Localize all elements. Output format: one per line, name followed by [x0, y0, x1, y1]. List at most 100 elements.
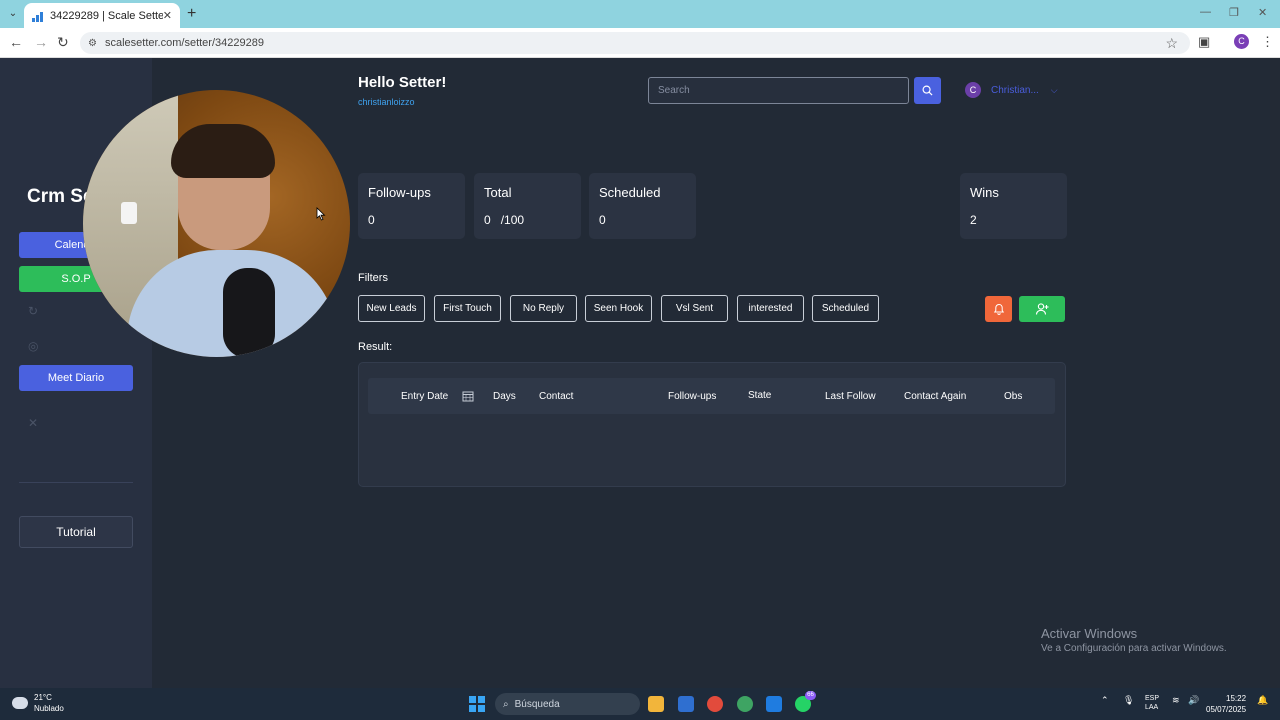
- notepad-icon[interactable]: [678, 696, 694, 712]
- stat-card-total: Total 0 /100: [474, 173, 581, 239]
- webcam-overlay: [83, 90, 350, 357]
- chevron-down-icon: ⌵: [1050, 84, 1058, 95]
- user-menu[interactable]: C Christian... ⌵: [965, 82, 1058, 98]
- taskbar-search[interactable]: ⌕ Búsqueda: [495, 693, 640, 715]
- url-text: scalesetter.com/setter/34229289: [104, 37, 264, 49]
- search-input[interactable]: [648, 77, 909, 104]
- page-scrollbar[interactable]: [1270, 58, 1280, 688]
- forward-icon[interactable]: →: [34, 34, 48, 50]
- reload-icon[interactable]: ↻: [57, 34, 69, 51]
- minimize-icon[interactable]: —: [1200, 6, 1211, 18]
- close-tab-icon[interactable]: ✕: [163, 9, 172, 22]
- search-icon: [922, 85, 933, 96]
- restore-icon[interactable]: ❐: [1229, 6, 1239, 19]
- meet-diario-button[interactable]: Meet Diario: [19, 365, 133, 391]
- site-info-icon[interactable]: ⚙: [88, 38, 97, 49]
- column-contact: Contact: [539, 391, 574, 402]
- clock[interactable]: 15:22 05/07/2025: [1206, 693, 1246, 715]
- bookmark-star-icon[interactable]: ☆: [1165, 35, 1178, 52]
- stat-title: Follow-ups: [368, 185, 431, 200]
- browser-tab[interactable]: 34229289 | Scale Setter ✕: [24, 3, 180, 28]
- add-user-button[interactable]: [1019, 296, 1065, 322]
- stat-value-row: 0 /100: [484, 213, 571, 227]
- add-user-icon: [1035, 303, 1049, 315]
- browser-menu-icon[interactable]: ⋮: [1261, 34, 1274, 50]
- stat-card-wins: Wins 2: [960, 173, 1067, 239]
- chrome-icon[interactable]: [707, 696, 723, 712]
- column-entry-date[interactable]: Entry Date: [401, 391, 448, 402]
- stat-value: 0: [484, 213, 491, 227]
- stat-title: Wins: [970, 185, 999, 200]
- sidebar-divider: [19, 482, 133, 483]
- url-input[interactable]: ⚙ scalesetter.com/setter/34229289 ☆: [80, 32, 1190, 54]
- volume-icon[interactable]: 🔊: [1188, 695, 1199, 706]
- filter-new-leads-button[interactable]: New Leads: [358, 295, 425, 322]
- column-state: State: [748, 390, 772, 401]
- weather-condition: Nublado: [34, 704, 64, 713]
- tutorial-button[interactable]: Tutorial: [19, 516, 133, 548]
- scalesetter-favicon-icon: [32, 10, 44, 22]
- tab-search-icon[interactable]: ⌄: [6, 7, 20, 21]
- stat-value: 0: [599, 213, 606, 227]
- back-icon[interactable]: ←: [9, 34, 23, 50]
- wifi-icon[interactable]: ≋: [1172, 695, 1180, 706]
- stat-card-follow-ups: Follow-ups 0: [358, 173, 465, 239]
- stat-title: Scheduled: [599, 185, 661, 200]
- file-explorer-icon[interactable]: [648, 696, 664, 712]
- taskbar-search-label: Búsqueda: [514, 698, 560, 710]
- column-days: Days: [493, 391, 516, 402]
- activate-windows-title: Activar Windows: [1041, 626, 1138, 641]
- page-title: Hello Setter!: [358, 74, 447, 91]
- avatar: C: [965, 82, 981, 98]
- address-bar: ← → ↻ ⚙ scalesetter.com/setter/34229289 …: [0, 28, 1280, 58]
- profile-avatar[interactable]: C: [1234, 34, 1249, 49]
- language-code: ESP: [1145, 695, 1160, 702]
- filter-first-touch-button[interactable]: First Touch: [434, 295, 501, 322]
- search-icon: ⌕: [503, 698, 509, 710]
- stat-value: 2: [970, 213, 977, 227]
- globe-icon[interactable]: ◎: [28, 339, 38, 353]
- cloud-icon: [12, 697, 28, 709]
- weather-text: 21°C Nublado: [34, 692, 64, 714]
- calendar-icon[interactable]: [462, 389, 474, 407]
- username-link[interactable]: christianloizzo: [358, 97, 415, 107]
- stat-suffix: /100: [500, 213, 525, 227]
- notifications-icon[interactable]: 🔔: [1257, 695, 1268, 706]
- filter-seen-hook-button[interactable]: Seen Hook: [585, 295, 652, 322]
- search-button[interactable]: [914, 77, 941, 104]
- tools-icon[interactable]: ✕: [28, 416, 38, 430]
- chrome-profile-icon[interactable]: [737, 696, 753, 712]
- filters-label: Filters: [358, 272, 388, 284]
- extensions-icon[interactable]: ▣: [1198, 34, 1210, 50]
- keyboard-layout: LAA: [1145, 704, 1159, 711]
- date: 05/07/2025: [1206, 705, 1247, 714]
- stat-card-scheduled: Scheduled 0: [589, 173, 696, 239]
- mouse-cursor-icon: [316, 207, 326, 221]
- column-follow-ups: Follow-ups: [668, 391, 717, 402]
- column-obs: Obs: [1004, 391, 1023, 402]
- stat-title: Total: [484, 185, 512, 200]
- column-contact-again: Contact Again: [904, 391, 967, 402]
- column-last-follow: Last Follow: [825, 391, 876, 402]
- close-window-icon[interactable]: ✕: [1258, 6, 1267, 19]
- result-label: Result:: [358, 341, 393, 353]
- filter-interested-button[interactable]: interested: [737, 295, 804, 322]
- notification-badge: 66: [805, 691, 816, 700]
- refresh-icon[interactable]: ↻: [28, 304, 38, 318]
- new-tab-button[interactable]: +: [187, 5, 196, 23]
- browser-tabstrip: ⌄ 34229289 | Scale Setter ✕ + — ❐ ✕: [0, 0, 1280, 28]
- user-name: Christian...: [991, 84, 1039, 96]
- app-icon[interactable]: [766, 696, 782, 712]
- filter-no-reply-button[interactable]: No Reply: [510, 295, 577, 322]
- tab-title: 34229289 | Scale Setter: [50, 9, 163, 22]
- tray-overflow-icon[interactable]: ⌃: [1101, 695, 1109, 706]
- windows-start-icon[interactable]: [469, 696, 485, 712]
- microphone-icon[interactable]: 🎙: [1123, 695, 1134, 706]
- time: 15:22: [1226, 694, 1247, 703]
- bell-icon: [993, 303, 1004, 315]
- notifications-button[interactable]: [985, 296, 1012, 322]
- filter-vsl-sent-button[interactable]: Vsl Sent: [661, 295, 728, 322]
- language-indicator[interactable]: ESP LAA: [1145, 694, 1159, 712]
- filter-scheduled-button[interactable]: Scheduled: [812, 295, 879, 322]
- weather-widget[interactable]: 21°C Nublado: [12, 692, 64, 714]
